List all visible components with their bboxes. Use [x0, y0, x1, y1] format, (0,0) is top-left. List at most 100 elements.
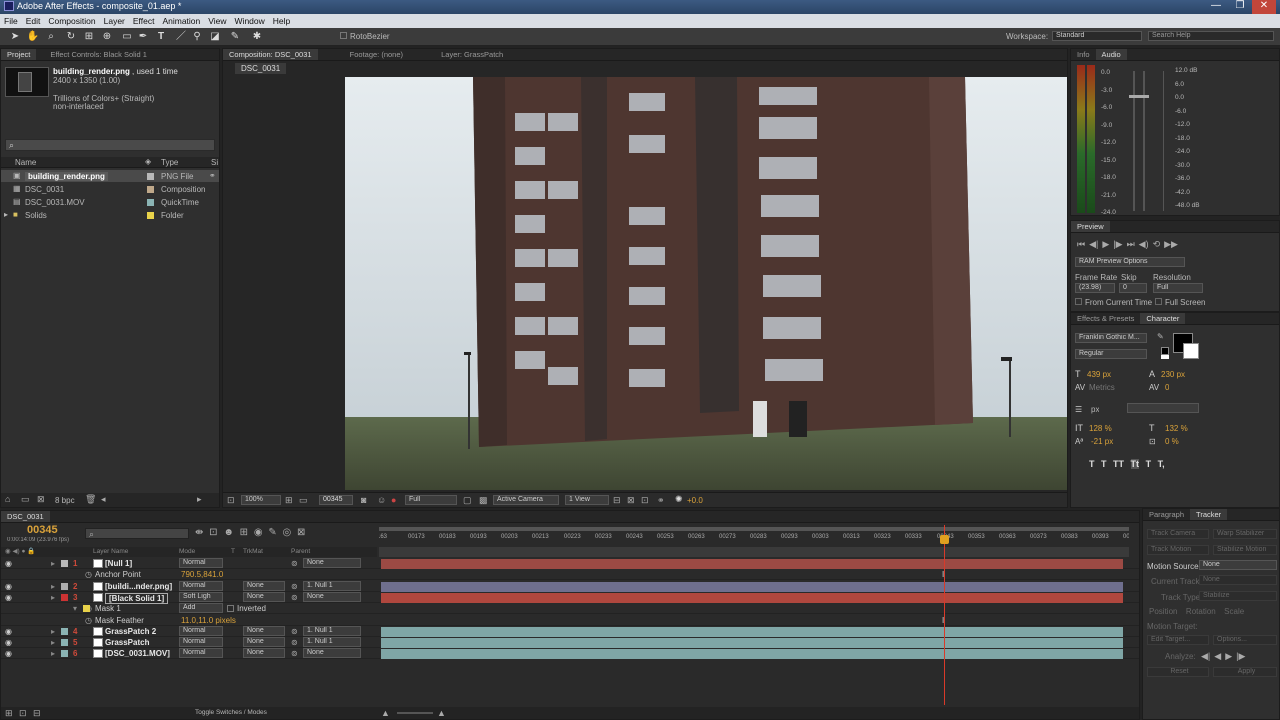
layer-duration-bar[interactable] — [381, 559, 1123, 569]
parent-select[interactable]: 1. Null 1 — [303, 637, 361, 647]
layer-name[interactable]: [Null 1] — [105, 559, 132, 568]
slider-handle-right[interactable] — [1139, 95, 1149, 98]
eraser-tool-icon[interactable]: ◪ — [208, 30, 222, 44]
pen-tool-icon[interactable]: ✒ — [136, 30, 150, 44]
stroke-color-swatch[interactable] — [1183, 343, 1199, 359]
pan-behind-tool-icon[interactable]: ⊕ — [100, 30, 114, 44]
tab-audio[interactable]: Audio — [1095, 49, 1127, 60]
roto-brush-tool-icon[interactable]: ✎ — [228, 30, 242, 44]
motion-blur-icon[interactable]: ◉ — [254, 527, 263, 538]
layer-name[interactable]: GrassPatch 2 — [105, 627, 156, 636]
blend-mode-select[interactable]: Soft Ligh — [179, 592, 223, 602]
layer-duration-bar[interactable] — [381, 627, 1123, 637]
expand-triangle-icon[interactable]: ▸ — [51, 627, 55, 636]
faux-italic-button[interactable]: T — [1101, 459, 1107, 469]
scroll-right-icon[interactable]: ▸ — [197, 494, 202, 505]
flowchart-icon[interactable]: ⚭ — [657, 495, 665, 506]
tab-paragraph[interactable]: Paragraph — [1143, 509, 1190, 520]
expand-triangle-icon[interactable]: ▸ — [4, 210, 8, 219]
track-motion-button[interactable]: Track Motion — [1147, 545, 1209, 555]
frame-blending-icon[interactable]: ⊞ — [240, 527, 248, 538]
analyze-forward-one-icon[interactable]: |▶ — [1236, 651, 1245, 662]
track-matte-select[interactable]: None — [243, 592, 285, 602]
label-swatch[interactable] — [61, 628, 68, 635]
col-type[interactable]: Type — [161, 158, 178, 167]
tab-tracker[interactable]: Tracker — [1190, 509, 1228, 520]
menu-view[interactable]: View — [204, 14, 230, 26]
eye-icon[interactable]: ◉ — [5, 638, 12, 647]
col-mode[interactable]: Mode — [179, 548, 195, 555]
property-value[interactable]: 11.0,11.0 pixels — [181, 616, 236, 625]
col-size[interactable]: Si — [211, 158, 218, 167]
col-name[interactable]: Name — [15, 158, 36, 167]
mask-mode-select[interactable]: Add — [179, 603, 223, 613]
frame-rate-select[interactable]: (23.98) — [1075, 283, 1115, 293]
last-frame-icon[interactable]: ⏭ — [1127, 239, 1135, 250]
eye-icon[interactable]: ◉ — [5, 593, 12, 602]
baseline-shift-value[interactable]: -21 px — [1091, 437, 1113, 446]
track-matte-select[interactable]: None — [243, 637, 285, 647]
col-parent[interactable]: Parent — [291, 548, 310, 555]
superscript-button[interactable]: T — [1146, 459, 1152, 469]
channel-icon[interactable]: ● — [391, 495, 396, 505]
view-layout-select[interactable]: 1 View — [565, 495, 609, 505]
first-frame-icon[interactable]: ⏮ — [1077, 239, 1085, 250]
loop-icon[interactable]: ⟲ — [1153, 239, 1161, 250]
vertical-scale-value[interactable]: 128 % — [1089, 424, 1112, 433]
table-row[interactable]: ◉ ▸ 6 [DSC_0031.MOV] Normal None ⊚ None — [1, 648, 1139, 659]
track-camera-button[interactable]: Track Camera — [1147, 529, 1209, 539]
blend-mode-select[interactable]: Normal — [179, 648, 223, 658]
position-checkbox[interactable]: Position — [1149, 607, 1177, 616]
analyze-backward-icon[interactable]: ◀ — [1214, 651, 1221, 662]
layer-duration-bar[interactable] — [381, 638, 1123, 648]
expand-transfer-icon[interactable]: ⊡ — [19, 708, 27, 719]
eye-icon[interactable]: ◉ — [5, 627, 12, 636]
exposure-value[interactable]: +0.0 — [687, 496, 703, 505]
rotation-checkbox[interactable]: Rotation — [1186, 607, 1216, 616]
inverted-checkbox[interactable] — [227, 605, 234, 612]
label-swatch[interactable] — [61, 583, 68, 590]
layer-name[interactable]: GrassPatch — [105, 638, 149, 647]
auto-keyframe-icon[interactable]: ◎ — [283, 527, 292, 538]
track-matte-select[interactable]: None — [243, 648, 285, 658]
scale-checkbox[interactable]: Scale — [1224, 607, 1244, 616]
type-tool-icon[interactable]: T — [154, 30, 168, 44]
close-button[interactable]: ✕ — [1252, 0, 1276, 14]
tab-preview[interactable]: Preview — [1071, 221, 1110, 232]
small-caps-button[interactable]: Tt — [1130, 459, 1140, 469]
rectangle-tool-icon[interactable]: ▭ — [120, 30, 134, 44]
layer-search-input[interactable]: ⌕ — [85, 528, 189, 539]
table-row[interactable]: ◉ ▸ 2 [buildi...nder.png] Normal None ⊚ 1. Null… — [1, 581, 1139, 592]
pick-whip-icon[interactable]: ⊚ — [291, 627, 298, 636]
label-swatch[interactable] — [61, 560, 68, 567]
table-row[interactable]: ◉ ▸ 5 GrassPatch Normal None ⊚ 1. Null 1 — [1, 637, 1139, 648]
brush-tool-icon[interactable]: ／ — [174, 30, 188, 44]
expand-triangle-icon[interactable]: ▸ — [51, 582, 55, 591]
font-size-value[interactable]: 439 px — [1087, 370, 1111, 379]
composition-canvas[interactable] — [345, 77, 1067, 490]
show-snapshot-icon[interactable]: ☺ — [377, 495, 386, 505]
trash-icon[interactable]: 🗑 — [85, 494, 96, 505]
menu-window[interactable]: Window — [231, 14, 269, 26]
black-swatch[interactable] — [1161, 347, 1169, 355]
layer-name[interactable]: [buildi...nder.png] — [105, 582, 172, 591]
tab-effect-controls[interactable]: Effect Controls: Black Solid 1 — [36, 49, 153, 60]
list-item[interactable]: ▤ DSC_0031.MOV QuickTime — [1, 196, 219, 208]
scroll-left-icon[interactable]: ◂ — [101, 494, 106, 505]
tab-layer[interactable]: Layer: GrassPatch — [411, 49, 509, 60]
expand-triangle-icon[interactable]: ▾ — [73, 604, 77, 613]
project-search-input[interactable]: ⌕ — [5, 139, 215, 151]
analyze-forward-icon[interactable]: ▶ — [1225, 651, 1232, 662]
mask-visibility-icon[interactable]: ▭ — [299, 495, 308, 506]
track-matte-select[interactable]: None — [243, 626, 285, 636]
play-icon[interactable]: ▶ — [1102, 239, 1109, 250]
search-help-input[interactable]: Search Help — [1148, 31, 1274, 41]
slider-handle-left[interactable] — [1129, 95, 1139, 98]
comp-breadcrumb[interactable]: DSC_0031 — [235, 63, 287, 74]
menu-effect[interactable]: Effect — [129, 14, 159, 26]
timeline-icon[interactable]: ⊡ — [641, 495, 649, 506]
warp-stabilizer-button[interactable]: Warp Stabilizer — [1213, 529, 1277, 539]
col-trkmat[interactable]: TrkMat — [243, 548, 263, 555]
eye-icon[interactable]: ◉ — [5, 649, 12, 658]
property-value[interactable]: 790.5,841.0 — [181, 570, 223, 579]
